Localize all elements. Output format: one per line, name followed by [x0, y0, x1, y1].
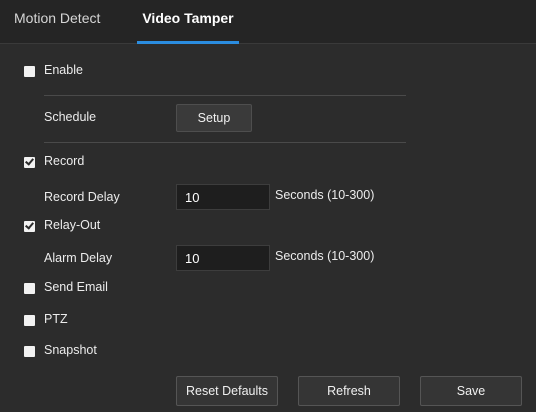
tab-video-tamper[interactable]: Video Tamper [137, 0, 239, 44]
refresh-button[interactable]: Refresh [298, 376, 400, 406]
schedule-setup-button[interactable]: Setup [176, 104, 252, 132]
alarm-delay-input[interactable] [176, 245, 270, 271]
record-delay-hint: Seconds (10-300) [275, 188, 375, 202]
relay-out-checkbox[interactable] [24, 221, 35, 232]
reset-defaults-button[interactable]: Reset Defaults [176, 376, 278, 406]
video-tamper-panel: Enable Schedule Setup Record Record Dela… [0, 44, 536, 412]
tab-video-tamper-label: Video Tamper [142, 10, 234, 26]
send-email-checkbox[interactable] [24, 283, 35, 294]
enable-row: Enable [0, 61, 536, 85]
divider [44, 142, 406, 143]
snapshot-label: Snapshot [44, 343, 97, 357]
schedule-label: Schedule [44, 110, 97, 124]
send-email-label: Send Email [44, 280, 108, 294]
snapshot-checkbox[interactable] [24, 346, 35, 357]
ptz-label: PTZ [44, 312, 68, 326]
record-checkbox[interactable] [24, 157, 35, 168]
save-button[interactable]: Save [420, 376, 522, 406]
relay-out-label: Relay-Out [44, 218, 101, 232]
record-label: Record [44, 154, 85, 168]
ptz-checkbox[interactable] [24, 315, 35, 326]
record-delay-input[interactable] [176, 184, 270, 210]
tab-bar: Motion Detect Video Tamper [0, 0, 536, 44]
record-delay-label: Record Delay [44, 190, 120, 204]
snapshot-row: Snapshot [0, 341, 536, 365]
enable-checkbox[interactable] [24, 66, 35, 77]
relay-out-row: Relay-Out [0, 216, 536, 240]
alarm-delay-hint: Seconds (10-300) [275, 249, 375, 263]
enable-label: Enable [44, 63, 83, 77]
ptz-row: PTZ [0, 310, 536, 334]
record-row: Record [0, 152, 536, 176]
divider [44, 95, 406, 96]
send-email-row: Send Email [0, 278, 536, 302]
alarm-delay-label: Alarm Delay [44, 251, 113, 265]
tab-motion-detect[interactable]: Motion Detect [14, 0, 100, 44]
